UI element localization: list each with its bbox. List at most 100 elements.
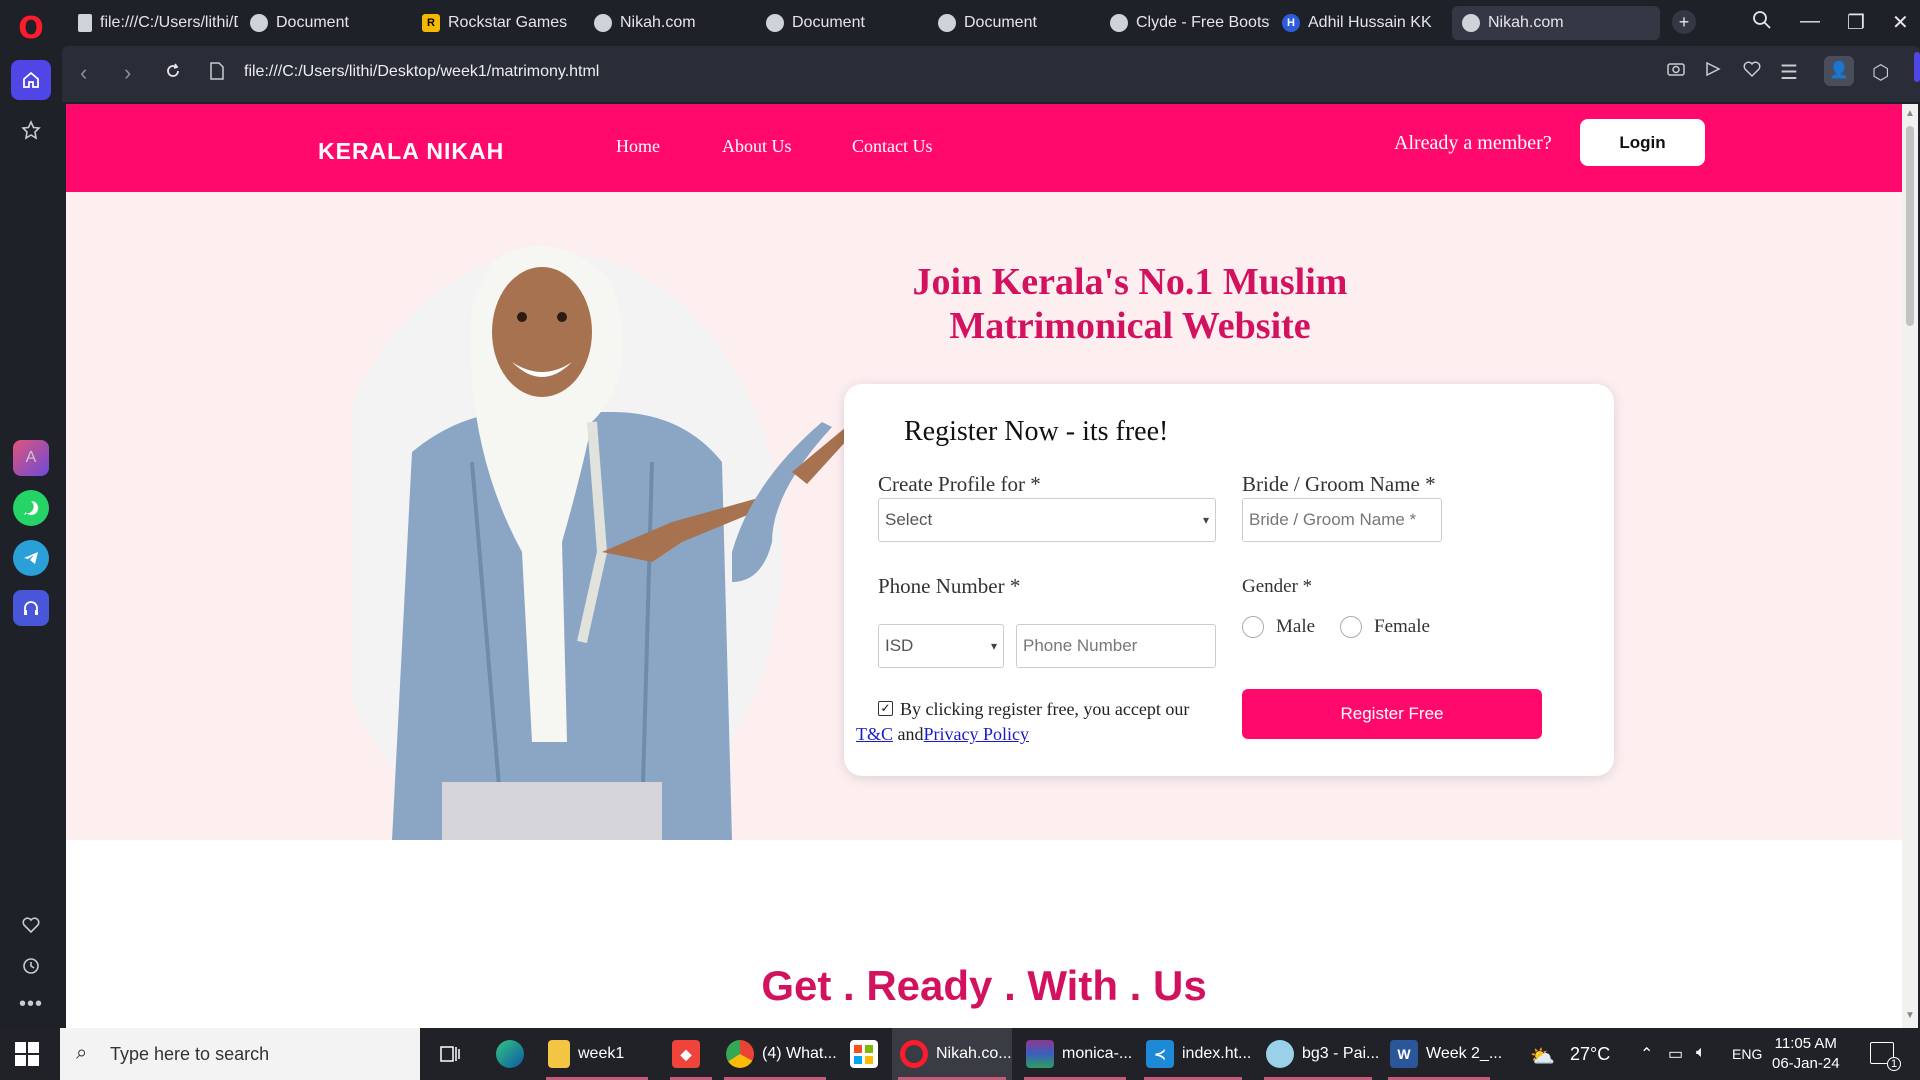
gender-male-radio[interactable]: [1242, 616, 1264, 638]
tab-rockstar[interactable]: R Rockstar Games: [412, 6, 582, 40]
weather-temp[interactable]: 27°C: [1570, 1044, 1610, 1065]
page-info-icon[interactable]: [210, 60, 224, 86]
register-free-button[interactable]: Register Free: [1242, 689, 1542, 739]
taskbar-winrar[interactable]: monica-...: [1018, 1028, 1132, 1080]
tab-label: Document: [964, 14, 1037, 31]
weather-icon[interactable]: ⛅: [1530, 1044, 1555, 1069]
minimize-icon[interactable]: —: [1800, 10, 1820, 33]
language-indicator[interactable]: ENG: [1732, 1046, 1762, 1062]
more-icon[interactable]: •••: [11, 984, 51, 1024]
profile-select[interactable]: Select ▾: [878, 498, 1216, 542]
back-icon[interactable]: ‹: [80, 60, 87, 86]
paint-icon: [1266, 1040, 1294, 1068]
globe-icon: [594, 14, 612, 32]
edge-icon[interactable]: [488, 1028, 532, 1080]
tab-nikah[interactable]: Nikah.com: [584, 6, 754, 40]
url-field[interactable]: file:///C:/Users/lithi/Desktop/week1/mat…: [244, 63, 599, 81]
snapshot-icon[interactable]: [1666, 60, 1686, 84]
globe-icon: [766, 14, 784, 32]
extensions-cube-icon[interactable]: ⬡: [1872, 60, 1889, 85]
taskbar-word[interactable]: W Week 2_...: [1382, 1028, 1502, 1080]
pinboard-icon[interactable]: [11, 110, 51, 150]
gender-female-radio[interactable]: [1340, 616, 1362, 638]
taskbar-chrome[interactable]: (4) What...: [718, 1028, 837, 1080]
name-placeholder: Bride / Groom Name *: [1249, 510, 1417, 529]
heart-icon[interactable]: [11, 905, 51, 945]
chevron-down-icon: ▾: [990, 639, 997, 653]
taskbar-vscode[interactable]: ≺ index.ht...: [1138, 1028, 1251, 1080]
name-label: Bride / Groom Name *: [1242, 472, 1436, 496]
globe-icon: [938, 14, 956, 32]
taskbar-label: (4) What...: [762, 1045, 837, 1062]
bookmark-heart-icon[interactable]: [1742, 60, 1762, 84]
aria-app-icon[interactable]: A: [13, 440, 49, 476]
privacy-policy-link[interactable]: Privacy Policy: [924, 724, 1030, 744]
opera-logo-icon[interactable]: O: [14, 12, 48, 46]
name-input[interactable]: Bride / Groom Name *: [1242, 498, 1442, 542]
isd-select[interactable]: ISD ▾: [878, 624, 1004, 668]
taskbar-explorer[interactable]: week1: [540, 1028, 654, 1080]
site-header: KERALA NIKAH Home About Us Contact Us Al…: [66, 104, 1902, 192]
windows-start-icon[interactable]: [15, 1042, 39, 1066]
forward-icon[interactable]: ›: [124, 60, 131, 86]
taskbar-label: week1: [578, 1045, 625, 1062]
page-scrollbar[interactable]: ▲ ▼: [1902, 104, 1918, 1028]
nav-home-link[interactable]: Home: [616, 136, 660, 157]
scroll-thumb[interactable]: [1906, 126, 1914, 326]
reload-icon[interactable]: [164, 60, 182, 86]
restore-icon[interactable]: ❐: [1847, 10, 1865, 35]
nav-about-link[interactable]: About Us: [722, 136, 792, 157]
volume-icon[interactable]: 🔈︎: [1696, 1044, 1706, 1062]
member-text: Already a member?: [1394, 132, 1552, 154]
tab-clyde[interactable]: Clyde - Free Bootstra: [1100, 6, 1270, 40]
chevron-up-icon[interactable]: ⌃: [1640, 1044, 1653, 1064]
tab-adhil[interactable]: H Adhil Hussain KK: [1272, 6, 1442, 40]
address-bar: ‹ › file:///C:/Users/lithi/Desktop/week1…: [62, 46, 1920, 102]
send-icon[interactable]: [1704, 60, 1722, 84]
battery-icon[interactable]: ▭: [1668, 1044, 1683, 1064]
taskbar-search-box[interactable]: ⌕ Type here to search: [60, 1028, 420, 1080]
taskbar-label: Nikah.co...: [936, 1045, 1012, 1062]
clock-time: 11:05 AM: [1774, 1035, 1837, 1052]
site-logo[interactable]: KERALA NIKAH: [318, 138, 504, 165]
task-view-icon[interactable]: [430, 1028, 470, 1080]
taskbar-label: Week 2_...: [1426, 1045, 1503, 1062]
close-icon[interactable]: ✕: [1892, 10, 1909, 35]
taskbar-paint[interactable]: bg3 - Pai...: [1258, 1028, 1379, 1080]
tab-nikah-active[interactable]: Nikah.com: [1452, 6, 1660, 40]
profile-icon[interactable]: 👤: [1824, 56, 1854, 86]
store-icon[interactable]: [842, 1028, 886, 1080]
tab-file[interactable]: file:///C:/Users/lithi/D: [68, 6, 238, 40]
male-label: Male: [1276, 616, 1316, 637]
scroll-up-icon[interactable]: ▲: [1905, 108, 1915, 119]
easy-setup-icon[interactable]: ☰: [1780, 60, 1798, 85]
chrome-icon: [726, 1040, 754, 1068]
taskbar-opera[interactable]: Nikah.co...: [892, 1028, 1012, 1080]
tc-link[interactable]: T&C: [856, 724, 893, 744]
tab-document[interactable]: Document: [756, 6, 926, 40]
music-player-icon[interactable]: [13, 590, 49, 626]
history-icon[interactable]: [11, 946, 51, 986]
taskbar-anydesk[interactable]: ◆: [664, 1028, 718, 1080]
register-title: Register Now - its free!: [904, 416, 1169, 447]
search-icon[interactable]: [1752, 10, 1772, 36]
home-icon[interactable]: [11, 60, 51, 100]
and-text: and: [897, 724, 924, 744]
clock[interactable]: 11:05 AM 06-Jan-24: [1772, 1034, 1840, 1074]
phone-placeholder: Phone Number: [1023, 636, 1138, 655]
telegram-icon[interactable]: [13, 540, 49, 576]
scroll-down-icon[interactable]: ▼: [1905, 1010, 1915, 1021]
terms-text: By clicking register free, you accept ou…: [900, 699, 1190, 719]
search-placeholder: Type here to search: [110, 1043, 270, 1064]
tab-document[interactable]: Document: [240, 6, 410, 40]
login-button[interactable]: Login: [1580, 119, 1705, 166]
tab-label: Adhil Hussain KK: [1308, 14, 1432, 31]
whatsapp-icon[interactable]: [13, 490, 49, 526]
phone-input[interactable]: Phone Number: [1016, 624, 1216, 668]
web-page: KERALA NIKAH Home About Us Contact Us Al…: [66, 104, 1902, 1028]
new-tab-icon[interactable]: +: [1672, 10, 1696, 34]
notification-icon[interactable]: 1: [1870, 1042, 1901, 1071]
nav-contact-link[interactable]: Contact Us: [852, 136, 933, 157]
tab-bar: file:///C:/Users/lithi/D Document R Rocks…: [62, 0, 1920, 46]
tab-document[interactable]: Document: [928, 6, 1098, 40]
